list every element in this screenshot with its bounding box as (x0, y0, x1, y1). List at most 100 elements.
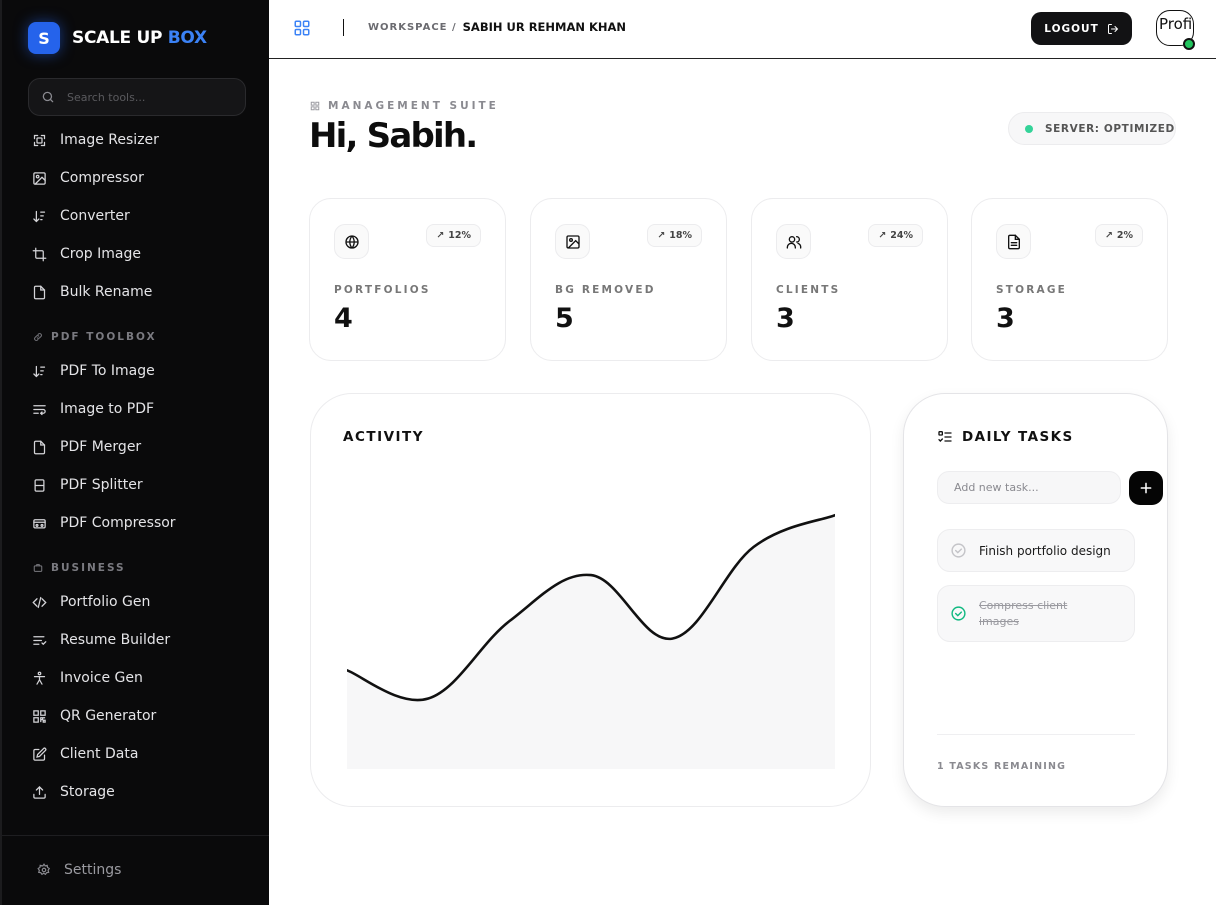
daily-tasks-title: DAILY TASKS (937, 429, 1074, 445)
add-task-button[interactable] (1129, 471, 1163, 505)
sidebar-item-image-to-pdf[interactable]: Image to PDF (32, 395, 252, 423)
sidebar-item-compressor[interactable]: Compressor (32, 164, 252, 192)
trend-up-icon: ↗ (436, 230, 445, 241)
activity-chart (347, 513, 835, 769)
trend-up-icon: ↗ (878, 230, 887, 241)
stat-card-clients[interactable]: ↗ 24% CLIENTS 3 (751, 198, 948, 361)
stat-value: 3 (996, 303, 1015, 334)
sidebar-item-label: Image to PDF (60, 401, 155, 417)
stat-label: PORTFOLIOS (334, 284, 431, 296)
sidebar-item-label: PDF Compressor (60, 515, 176, 531)
sidebar-item-crop-image[interactable]: Crop Image (32, 240, 252, 268)
checklist-icon (938, 431, 952, 442)
check-circle-icon[interactable] (950, 605, 967, 622)
activity-title: ACTIVITY (343, 429, 425, 445)
sidebar-item-label: Client Data (60, 746, 139, 762)
section-heading-pdf: PDF TOOLBOX (33, 331, 157, 343)
trend-value: 24% (890, 230, 913, 241)
task-item[interactable]: Finish portfolio design (937, 529, 1135, 572)
suite-label: MANAGEMENT SUITE (310, 100, 499, 112)
sidebar-item-label: QR Generator (60, 708, 157, 724)
task-label: Compress client images (979, 598, 1068, 628)
sidebar-item-label: PDF To Image (60, 363, 155, 379)
split-icon (32, 478, 47, 493)
trend-badge: ↗ 24% (868, 224, 923, 247)
section-heading-label: PDF TOOLBOX (51, 331, 157, 343)
sidebar-item-converter[interactable]: Converter (32, 202, 252, 230)
sidebar-item-qr-generator[interactable]: QR Generator (32, 702, 252, 730)
search-icon (42, 91, 54, 103)
sort-arrows-icon (32, 209, 47, 224)
daily-tasks-title-text: DAILY TASKS (962, 429, 1074, 445)
trend-badge: ↗ 12% (426, 224, 481, 247)
settings-button[interactable]: Settings (37, 862, 121, 878)
sidebar-item-portfolio-gen[interactable]: Portfolio Gen (32, 588, 252, 616)
sidebar: S SCALE UP BOX Image Resizer Compressor … (0, 0, 269, 905)
person-icon (32, 671, 47, 686)
sidebar-item-image-resizer[interactable]: Image Resizer (32, 126, 252, 154)
sidebar-item-bulk-rename[interactable]: Bulk Rename (32, 278, 252, 306)
sidebar-item-label: Resume Builder (60, 632, 171, 648)
sidebar-item-pdf-compressor[interactable]: PDF Compressor (32, 509, 252, 537)
sidebar-item-label: Bulk Rename (60, 284, 153, 300)
trend-value: 12% (448, 230, 471, 241)
header-divider (343, 19, 344, 36)
new-task-input[interactable] (937, 471, 1121, 504)
sidebar-footer: Settings (2, 835, 269, 905)
stat-card-bg-removed[interactable]: ↗ 18% BG REMOVED 5 (530, 198, 727, 361)
stat-label: BG REMOVED (555, 284, 656, 296)
wrap-text-icon (32, 402, 47, 417)
upload-icon (32, 785, 47, 800)
top-bar: WORKSPACE / SABIH UR REHMAN KHAN LOGOUT … (269, 0, 1216, 59)
brand-name: SCALE UP BOX (72, 28, 207, 48)
sidebar-item-label: Converter (60, 208, 130, 224)
tasks-divider (937, 734, 1135, 735)
sidebar-item-pdf-to-image[interactable]: PDF To Image (32, 357, 252, 385)
task-item-completed[interactable]: Compress client images (937, 585, 1135, 642)
sidebar-item-storage[interactable]: Storage (32, 778, 252, 806)
sidebar-item-label: Compressor (60, 170, 144, 186)
stat-label: CLIENTS (776, 284, 841, 296)
edit-icon (32, 747, 47, 762)
sidebar-item-pdf-splitter[interactable]: PDF Splitter (32, 471, 252, 499)
brand-logo: S (28, 22, 60, 54)
brand[interactable]: S SCALE UP BOX (28, 22, 207, 54)
stat-value: 4 (334, 303, 353, 334)
document-icon (996, 224, 1031, 259)
archive-icon (32, 516, 47, 531)
online-status-dot (1183, 38, 1195, 50)
check-circle-icon[interactable] (950, 542, 967, 559)
logout-button[interactable]: LOGOUT (1031, 12, 1132, 45)
sidebar-item-client-data[interactable]: Client Data (32, 740, 252, 768)
list-icon (32, 633, 47, 648)
stat-card-portfolios[interactable]: ↗ 12% PORTFOLIOS 4 (309, 198, 506, 361)
sidebar-item-pdf-merger[interactable]: PDF Merger (32, 433, 252, 461)
activity-card: ACTIVITY (310, 393, 871, 807)
grid-menu-icon[interactable] (293, 19, 311, 37)
suite-label-text: MANAGEMENT SUITE (328, 100, 499, 112)
breadcrumb-root[interactable]: WORKSPACE / (368, 22, 457, 33)
qr-icon (32, 709, 47, 724)
section-heading-label: BUSINESS (51, 562, 126, 574)
server-status-text: SERVER: OPTIMIZED (1045, 122, 1175, 135)
briefcase-icon (33, 564, 43, 572)
logout-label: LOGOUT (1044, 22, 1099, 35)
sidebar-item-label: Crop Image (60, 246, 141, 262)
sidebar-item-resume-builder[interactable]: Resume Builder (32, 626, 252, 654)
search-box[interactable] (28, 78, 246, 116)
search-input[interactable] (67, 90, 227, 104)
sidebar-item-label: Storage (60, 784, 115, 800)
sidebar-item-label: Invoice Gen (60, 670, 143, 686)
stat-value: 3 (776, 303, 795, 334)
sidebar-item-invoice-gen[interactable]: Invoice Gen (32, 664, 252, 692)
section-heading-business: BUSINESS (33, 562, 126, 574)
sidebar-item-label: Image Resizer (60, 132, 159, 148)
sidebar-item-label: PDF Splitter (60, 477, 143, 493)
image-icon (32, 171, 47, 186)
breadcrumb-user: SABIH UR REHMAN KHAN (462, 20, 627, 34)
task-label: Finish portfolio design (979, 543, 1111, 558)
link-icon (34, 333, 42, 341)
page-title: Hi, Sabih. (309, 116, 478, 156)
image-icon (555, 224, 590, 259)
stat-card-storage[interactable]: ↗ 2% STORAGE 3 (971, 198, 1168, 361)
